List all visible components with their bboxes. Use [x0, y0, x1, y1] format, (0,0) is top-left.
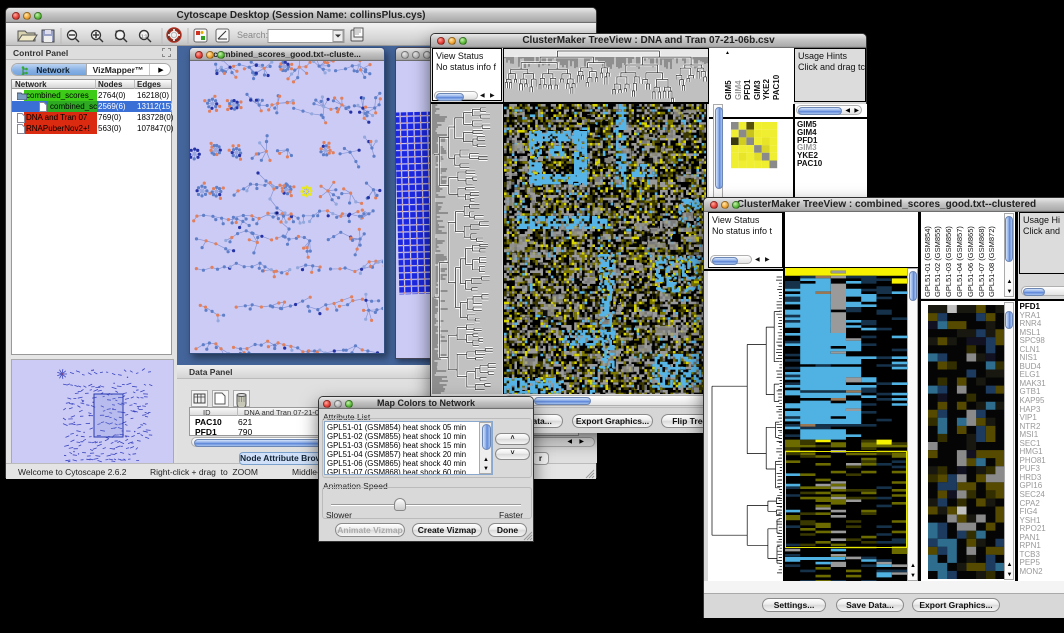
svg-text:Search:: Search:: [237, 30, 268, 40]
svg-text:1:1: 1:1: [141, 34, 148, 39]
